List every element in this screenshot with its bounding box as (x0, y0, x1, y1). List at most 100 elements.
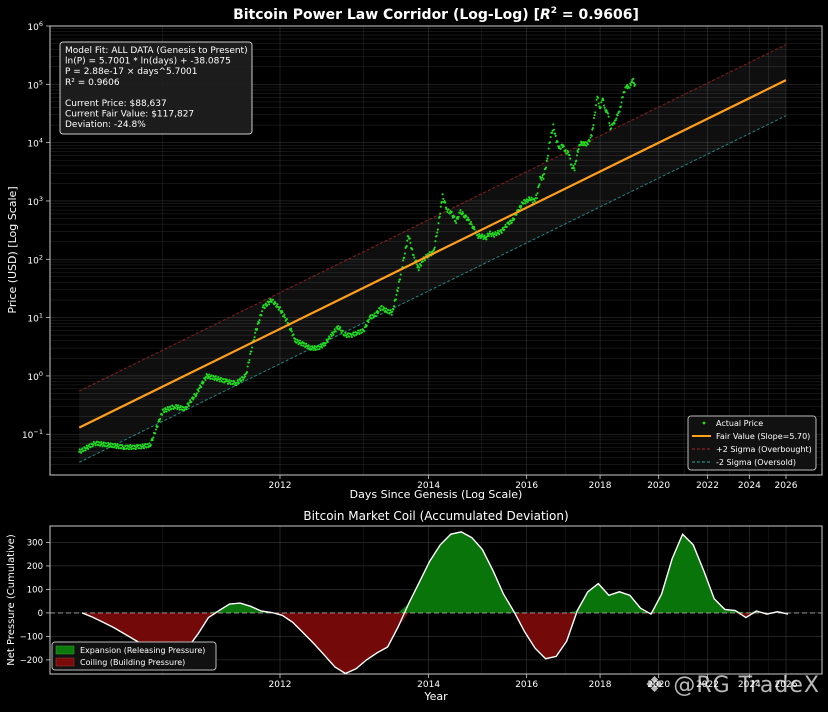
price-point (117, 447, 120, 450)
main-chart-legend: Actual Price Fair Value (Slope=5.70) +2 … (687, 415, 817, 471)
y-tick-label: 0 (38, 609, 43, 619)
price-point (169, 405, 172, 408)
price-point (524, 202, 527, 205)
price-point (570, 163, 573, 166)
price-point (85, 444, 88, 447)
price-point (202, 381, 205, 384)
price-point (110, 446, 114, 449)
x-tick-label: 2022 (696, 481, 719, 491)
price-point (594, 104, 598, 107)
info-box-line: Deviation: -24.8% (65, 120, 146, 130)
price-point (596, 96, 600, 99)
price-point (235, 384, 238, 387)
price-point (608, 124, 611, 127)
price-point (305, 342, 308, 345)
price-point (591, 127, 594, 130)
price-point (545, 159, 548, 162)
price-point (605, 109, 608, 112)
price-point (212, 375, 216, 378)
price-point (209, 377, 212, 380)
price-point (435, 234, 438, 237)
price-point (210, 374, 213, 377)
price-point (386, 311, 389, 314)
price-point (149, 443, 152, 447)
price-point (369, 314, 372, 317)
x-tick-label: 2026 (775, 481, 798, 491)
price-point (187, 404, 190, 407)
price-point (620, 101, 623, 104)
price-point (327, 335, 331, 338)
price-point (377, 310, 380, 313)
price-point (403, 252, 406, 255)
price-point (195, 392, 198, 395)
price-point (132, 447, 135, 450)
price-point (116, 443, 119, 446)
price-point (462, 212, 465, 215)
price-point (418, 266, 421, 269)
price-point (251, 346, 254, 349)
price-point (568, 154, 571, 157)
price-point (321, 346, 324, 349)
price-point (402, 259, 405, 262)
price-point (97, 444, 100, 447)
price-point (360, 331, 363, 334)
price-point (509, 219, 512, 222)
price-point (276, 303, 279, 306)
price-point (274, 302, 277, 305)
price-point (365, 324, 368, 327)
price-point (228, 378, 231, 382)
price-point (260, 314, 263, 317)
price-point (154, 432, 157, 435)
price-point (632, 77, 635, 80)
price-point (621, 96, 624, 99)
price-point (87, 447, 90, 451)
price-point (324, 342, 327, 345)
price-point (347, 332, 350, 335)
price-point (370, 317, 373, 320)
price-point (405, 245, 408, 248)
price-point (344, 332, 347, 335)
price-point (208, 373, 211, 376)
figure-canvas: Bitcoin Power Law Corridor (Log-Log) [R2… (0, 0, 828, 708)
price-point (573, 169, 576, 172)
price-point (185, 406, 189, 409)
price-point (385, 307, 388, 310)
price-point (478, 232, 481, 236)
price-point (374, 315, 377, 318)
price-point (256, 327, 259, 330)
price-point (373, 312, 376, 315)
price-point (504, 223, 507, 226)
price-point (105, 442, 108, 445)
price-point (408, 237, 411, 240)
price-point (332, 333, 335, 336)
price-point (219, 376, 222, 379)
price-point (285, 318, 288, 321)
price-point (413, 256, 416, 259)
x-tick-label: 2016 (515, 680, 538, 690)
price-point (266, 304, 269, 307)
price-point (498, 233, 501, 236)
y-tick-label: 200 (27, 562, 43, 572)
price-point (168, 409, 171, 412)
price-point (535, 197, 538, 200)
price-point (469, 220, 473, 224)
price-point (278, 306, 282, 309)
info-box-line: P = 2.88e-17 × days^5.7001 (65, 67, 198, 77)
price-point (396, 290, 399, 293)
x-tick-label: 2014 (417, 680, 440, 690)
price-point (542, 177, 545, 180)
price-point (303, 342, 306, 345)
price-point (174, 406, 177, 409)
y-tick-label: 300 (27, 538, 43, 548)
price-point (144, 443, 147, 446)
price-point (600, 101, 603, 104)
price-point (292, 333, 295, 336)
price-point (536, 192, 539, 195)
price-point (129, 444, 132, 447)
price-point (550, 131, 554, 134)
price-point (120, 446, 123, 450)
price-point (440, 200, 444, 203)
price-point (254, 331, 257, 334)
price-point (123, 447, 126, 451)
x-tick-label: 2024 (738, 481, 761, 491)
